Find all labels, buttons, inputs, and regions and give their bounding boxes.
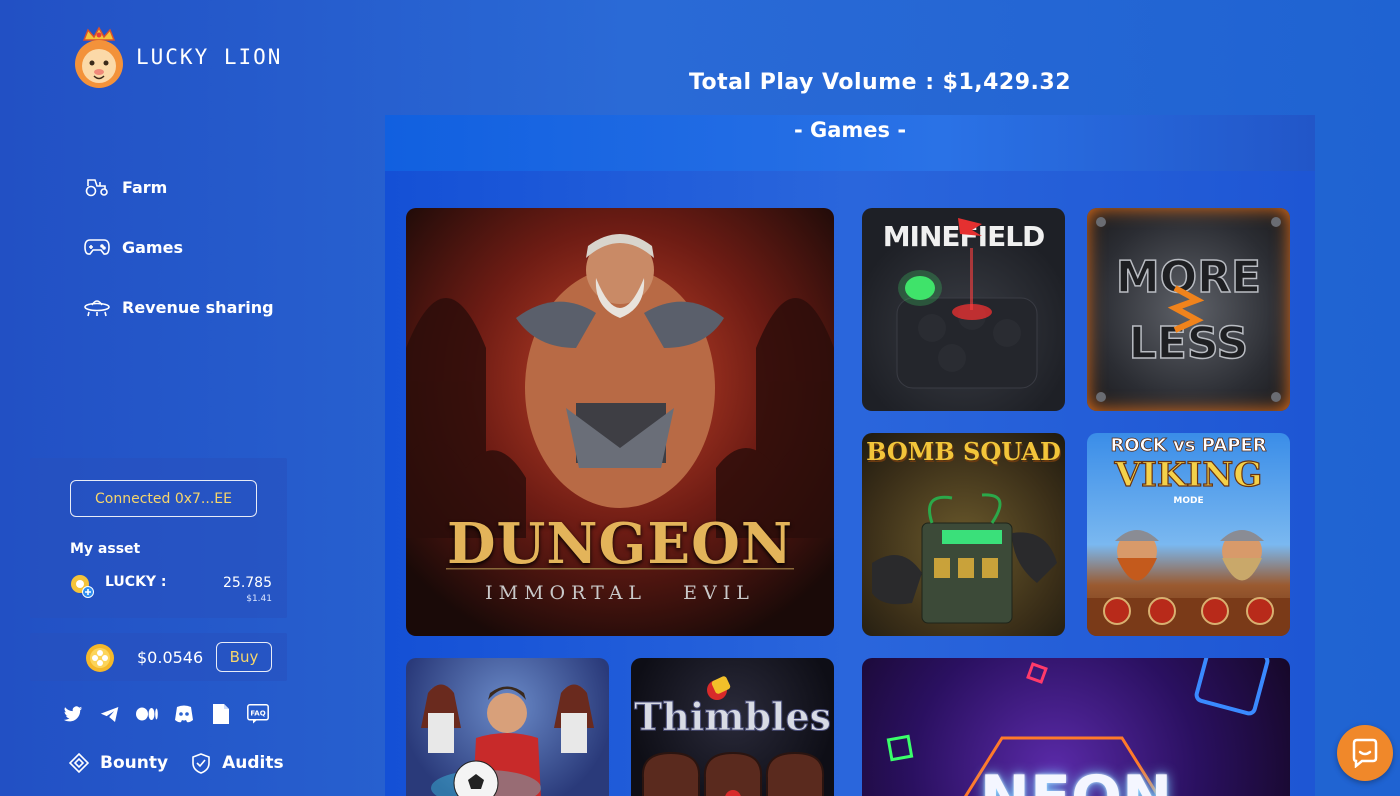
chat-bubble-icon bbox=[1352, 738, 1378, 768]
game-tile-viking[interactable]: ROCK vs PAPER VIKING MODE bbox=[1087, 433, 1290, 636]
game-tile-minefield[interactable]: MINEFIELD bbox=[862, 208, 1065, 411]
tractor-icon bbox=[84, 176, 110, 198]
audits-link[interactable]: Audits bbox=[190, 752, 284, 774]
wallet-connected-button[interactable]: Connected 0x7...EE bbox=[70, 480, 257, 517]
lucky-coin-icon bbox=[85, 643, 115, 673]
token-price: $0.0546 bbox=[137, 648, 204, 667]
social-links: FAQ bbox=[62, 703, 284, 725]
nav-label-games: Games bbox=[122, 237, 183, 257]
game-tile-more-less[interactable]: MORE LESS bbox=[1087, 208, 1290, 411]
thimbles-art bbox=[641, 676, 825, 796]
neon-title: NEON bbox=[862, 763, 1290, 796]
price-panel: $0.0546 Buy bbox=[30, 633, 287, 681]
faq-icon[interactable]: FAQ bbox=[247, 703, 269, 725]
svg-text:FAQ: FAQ bbox=[250, 710, 265, 718]
game-tile-thimbles[interactable]: Thimbles bbox=[631, 658, 834, 796]
nav-item-games[interactable]: Games bbox=[84, 232, 274, 262]
twitter-icon[interactable] bbox=[62, 703, 84, 725]
chat-support-button[interactable] bbox=[1337, 725, 1393, 781]
game-tile-bomb-squad[interactable]: BOMB SQUAD bbox=[862, 433, 1065, 636]
asset-panel: Connected 0x7...EE My asset LUCKY : 25.7… bbox=[30, 458, 287, 618]
lion-logo-icon bbox=[70, 26, 128, 88]
games-grid: DUNGEON IMMORTAL EVIL MINEFIELD MORE LES… bbox=[385, 171, 1315, 796]
dungeon-title: DUNGEON bbox=[446, 511, 794, 577]
nav-item-farm[interactable]: Farm bbox=[84, 172, 274, 202]
moreless-art bbox=[1096, 217, 1281, 402]
ufo-icon bbox=[84, 296, 110, 318]
buy-button[interactable]: Buy bbox=[216, 642, 272, 672]
token-row: LUCKY : 25.785 $1.41 bbox=[70, 572, 272, 606]
bombsquad-art bbox=[872, 493, 1057, 624]
total-play-volume: Total Play Volume : $1,429.32 bbox=[688, 70, 1072, 95]
nav-label-farm: Farm bbox=[122, 177, 168, 197]
telegram-icon[interactable] bbox=[99, 703, 121, 725]
token-usd-value: $1.41 bbox=[246, 594, 272, 604]
bottom-links: Bounty Audits bbox=[68, 752, 306, 774]
discord-icon[interactable] bbox=[173, 703, 195, 725]
lucky-token-icon bbox=[70, 574, 94, 598]
my-asset-heading: My asset bbox=[70, 541, 141, 557]
gamepad-icon bbox=[84, 236, 110, 258]
viking-art bbox=[1087, 530, 1290, 636]
medium-icon[interactable] bbox=[136, 703, 158, 725]
game-tile-football[interactable] bbox=[406, 658, 609, 796]
dungeon-subtitle: IMMORTAL EVIL bbox=[485, 582, 755, 604]
brand-name: LUCKY LION bbox=[136, 45, 283, 69]
bounty-link[interactable]: Bounty bbox=[68, 752, 168, 774]
bounty-icon bbox=[68, 752, 90, 774]
token-name: LUCKY : bbox=[105, 574, 167, 590]
games-header: - Games - bbox=[385, 115, 1315, 171]
football-art bbox=[421, 684, 594, 796]
main-nav: Farm Games Revenue sharing bbox=[84, 172, 274, 352]
minefield-art bbox=[896, 218, 1038, 389]
nav-item-revenue-sharing[interactable]: Revenue sharing bbox=[84, 292, 274, 322]
shield-check-icon bbox=[190, 752, 212, 774]
game-tile-neon[interactable]: NEON bbox=[862, 658, 1290, 796]
audits-label: Audits bbox=[222, 753, 284, 773]
games-section-title: - Games - bbox=[793, 118, 907, 142]
nav-label-revenue-sharing: Revenue sharing bbox=[122, 297, 274, 317]
bounty-label: Bounty bbox=[100, 753, 169, 773]
docs-icon[interactable] bbox=[210, 703, 232, 725]
brand-logo[interactable]: LUCKY LION bbox=[70, 26, 282, 88]
token-amount: 25.785 bbox=[223, 575, 272, 591]
game-tile-dungeon[interactable]: DUNGEON IMMORTAL EVIL bbox=[406, 208, 834, 636]
sidebar: LUCKY LION Farm Games Revenue sharing Co… bbox=[0, 0, 330, 796]
